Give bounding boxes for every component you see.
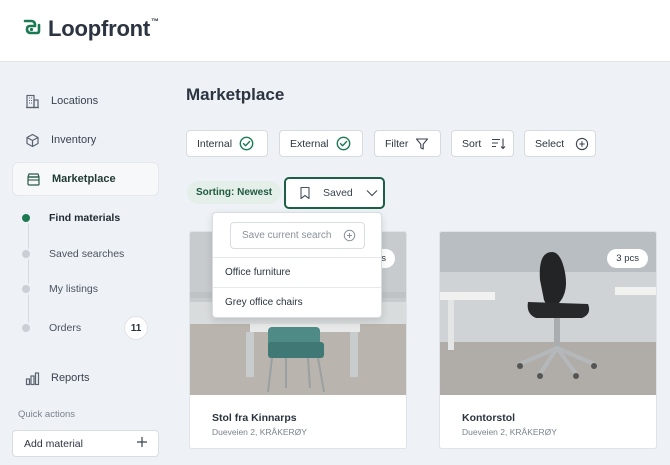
internal-filter-chip[interactable]: Internal	[186, 130, 268, 157]
active-dot-icon	[20, 212, 32, 224]
orders-count-badge: 11	[124, 316, 148, 340]
card-title: Stol fra Kinnarps	[212, 412, 297, 424]
sidebar-item-label: Locations	[51, 95, 99, 107]
sub-nav-line	[28, 218, 29, 328]
card-address: Dueveien 2, KRÅKERØY	[212, 427, 307, 437]
sidebar-item-label: Marketplace	[52, 173, 116, 185]
add-material-label: Add material	[24, 437, 83, 450]
sort-button[interactable]: Sort	[451, 130, 514, 157]
sub-item-orders[interactable]: Orders 11	[20, 316, 148, 340]
saved-searches-dropdown: Save current search Office furniture Gre…	[212, 212, 382, 318]
select-button[interactable]: Select	[524, 130, 596, 157]
sidebar-item-marketplace[interactable]: Marketplace	[12, 162, 159, 196]
chip-label: Internal	[197, 137, 233, 150]
external-filter-chip[interactable]: External	[279, 130, 363, 157]
plus-circle-icon	[575, 137, 589, 151]
quick-actions-title: Quick actions	[18, 409, 76, 420]
add-material-button[interactable]: Add material	[12, 430, 159, 457]
card-address: Dueveien 2, KRÅKERØY	[462, 427, 557, 437]
check-circle-icon	[239, 136, 254, 151]
bookmark-icon	[299, 186, 311, 200]
plus-circle-icon	[343, 229, 356, 242]
top-bar: Loopfront ™	[0, 0, 670, 62]
chip-label: External	[290, 137, 329, 150]
card-title: Kontorstol	[462, 412, 516, 424]
sub-item-label: Find materials	[49, 212, 121, 224]
dot-icon	[20, 283, 32, 295]
card-body: Kontorstol Dueveien 2, KRÅKERØY	[440, 395, 656, 448]
page-title: Marketplace	[186, 85, 285, 104]
sidebar-item-label: Inventory	[51, 134, 97, 146]
saved-label: Saved	[323, 187, 353, 199]
chevron-down-icon	[366, 189, 378, 197]
storefront-icon	[25, 171, 41, 187]
loopfront-logo-icon	[22, 17, 42, 42]
chip-label: Filter	[385, 137, 409, 150]
sub-item-label: Orders	[49, 322, 82, 334]
saved-search-item[interactable]: Office furniture	[213, 257, 381, 287]
sub-item-label: My listings	[49, 283, 99, 295]
quantity-badge: 3 pcs	[607, 249, 648, 268]
box-icon	[24, 132, 40, 148]
brand-trademark: ™	[151, 16, 160, 26]
sidebar-item-label: Reports	[51, 372, 90, 384]
plus-icon	[136, 436, 148, 451]
save-search-label: Save current search	[242, 230, 332, 241]
dot-icon	[20, 322, 32, 334]
sorting-pill[interactable]: Sorting: Newest	[187, 181, 282, 204]
sidebar-item-inventory[interactable]: Inventory	[12, 123, 159, 157]
listing-card[interactable]: 3 pcs Kontorstol Dueveien 2, KRÅKERØY	[439, 231, 657, 449]
sub-item-find-materials[interactable]: Find materials	[20, 208, 152, 228]
chip-label: Sort	[462, 137, 482, 150]
sidebar-item-locations[interactable]: Locations	[12, 84, 159, 118]
sub-item-my-listings[interactable]: My listings	[20, 279, 152, 299]
check-circle-icon	[336, 136, 351, 151]
sort-icon	[491, 137, 506, 151]
saved-search-item[interactable]: Grey office chairs	[213, 287, 381, 317]
card-body: Stol fra Kinnarps Dueveien 2, KRÅKERØY	[190, 395, 406, 448]
chip-label: Select	[535, 137, 565, 150]
building-icon	[24, 93, 40, 109]
brand-name: Loopfront	[48, 16, 151, 41]
brand-logo[interactable]: Loopfront ™	[22, 16, 159, 42]
sub-item-label: Saved searches	[49, 248, 125, 260]
filter-button[interactable]: Filter	[374, 130, 441, 157]
save-current-search-button[interactable]: Save current search	[230, 222, 365, 249]
dot-icon	[20, 248, 32, 260]
bar-chart-icon	[24, 370, 40, 386]
sub-item-saved-searches[interactable]: Saved searches	[20, 244, 152, 264]
funnel-icon	[415, 137, 429, 151]
saved-searches-button[interactable]: Saved	[284, 177, 385, 209]
sidebar-item-reports[interactable]: Reports	[12, 361, 159, 395]
